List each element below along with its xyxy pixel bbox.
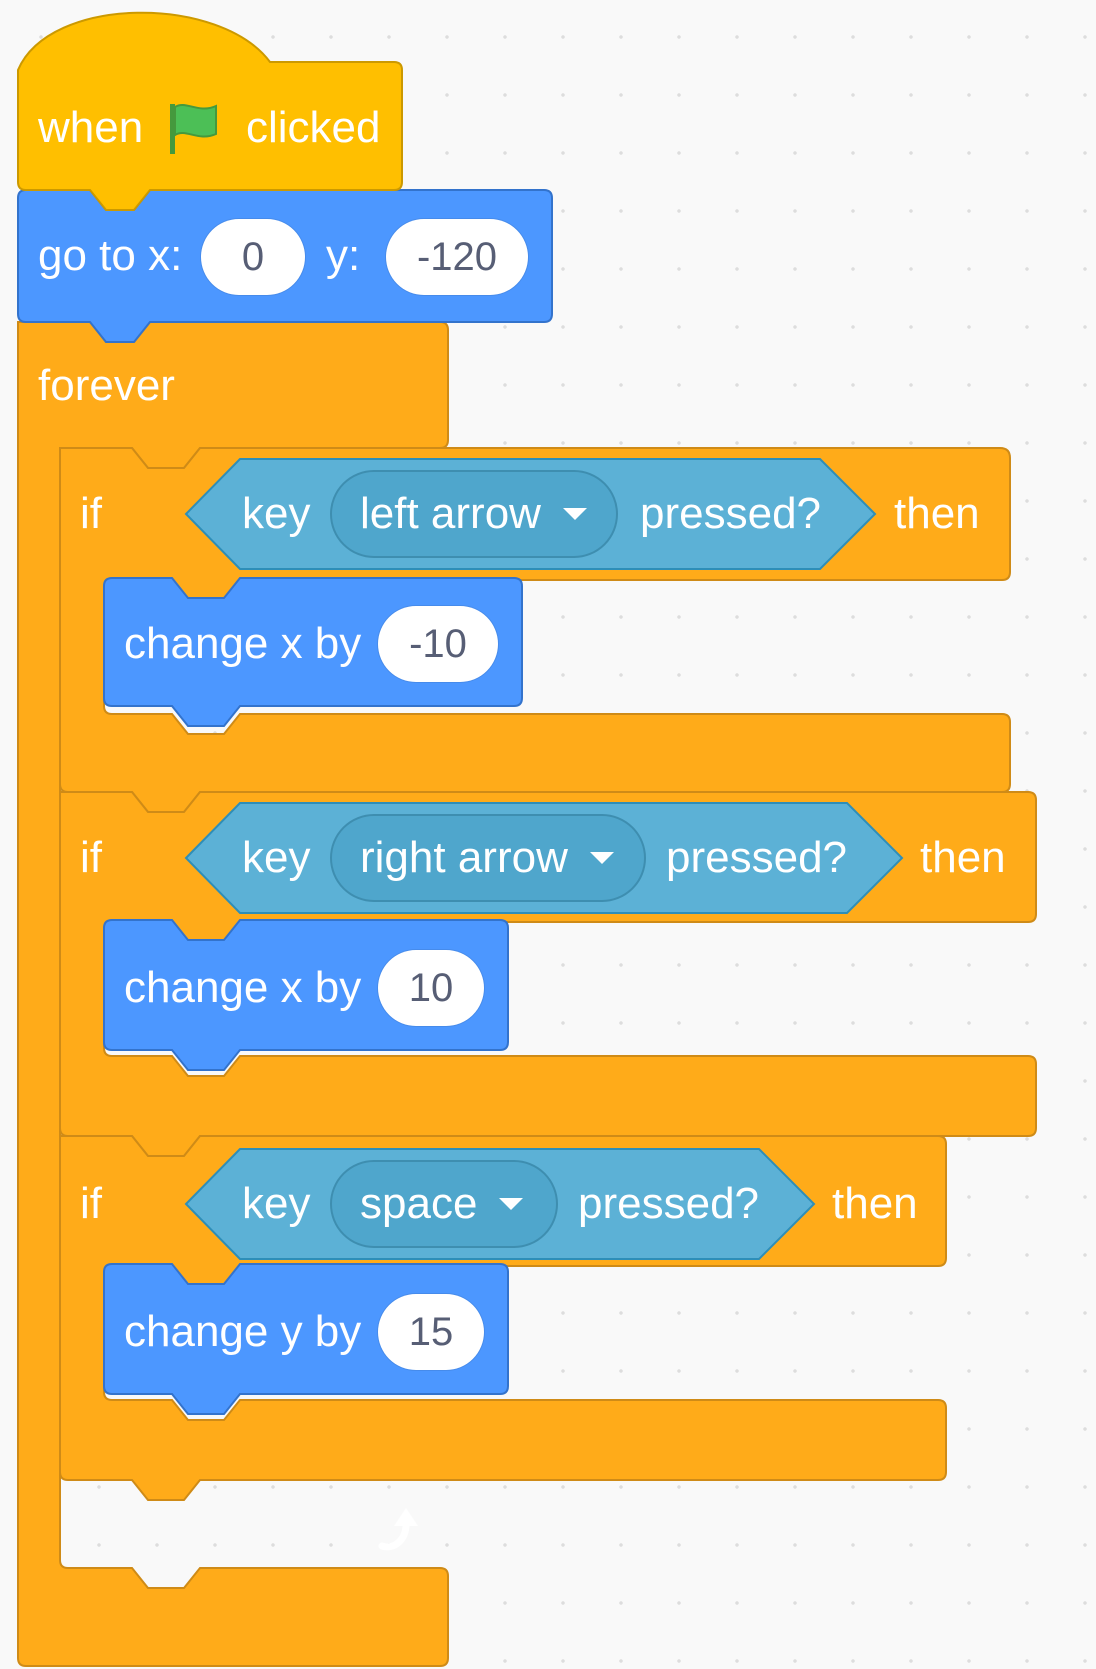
key-dropdown-1[interactable]: left arrow [330,470,618,558]
key-option-3: space [360,1179,478,1228]
when-label: when [38,103,144,152]
pressed-label-3: pressed? [578,1179,760,1228]
dropdown-caret-icon [499,1198,524,1210]
key-option-1: left arrow [360,489,541,538]
key-option-2: right arrow [360,833,568,882]
loop-arrow-icon [372,1500,432,1560]
key-label-2: key [242,833,311,882]
change-y-label: change y by [124,1307,362,1356]
dropdown-caret-icon [562,508,587,520]
go-to-x-label: go to x: [38,231,183,280]
dropdown-caret-icon [589,852,614,864]
change-x-label-1: change x by [124,619,362,668]
then-label-1: then [894,489,980,538]
change-x-label-2: change x by [124,963,362,1012]
pressed-label-2: pressed? [666,833,848,882]
y-label: y: [326,231,361,280]
script-area: when clicked go to x: 0 y: -120 forever … [0,0,1096,1669]
clicked-label: clicked [246,103,381,152]
change-x-value-1[interactable]: -10 [378,606,498,682]
if-label-3: if [80,1179,102,1228]
change-x-value-2[interactable]: 10 [378,950,484,1026]
key-label-3: key [242,1179,311,1228]
key-dropdown-2[interactable]: right arrow [330,814,646,902]
if-label-1: if [80,489,102,538]
key-dropdown-3[interactable]: space [330,1160,558,1248]
change-y-value[interactable]: 15 [378,1294,484,1370]
x-value-input[interactable]: 0 [201,219,305,295]
key-label-1: key [242,489,311,538]
pressed-label-1: pressed? [640,489,822,538]
then-label-2: then [920,833,1006,882]
forever-label: forever [38,361,175,410]
if-label-2: if [80,833,102,882]
then-label-3: then [832,1179,918,1228]
green-flag-icon [164,98,224,158]
y-value-input[interactable]: -120 [386,219,528,295]
